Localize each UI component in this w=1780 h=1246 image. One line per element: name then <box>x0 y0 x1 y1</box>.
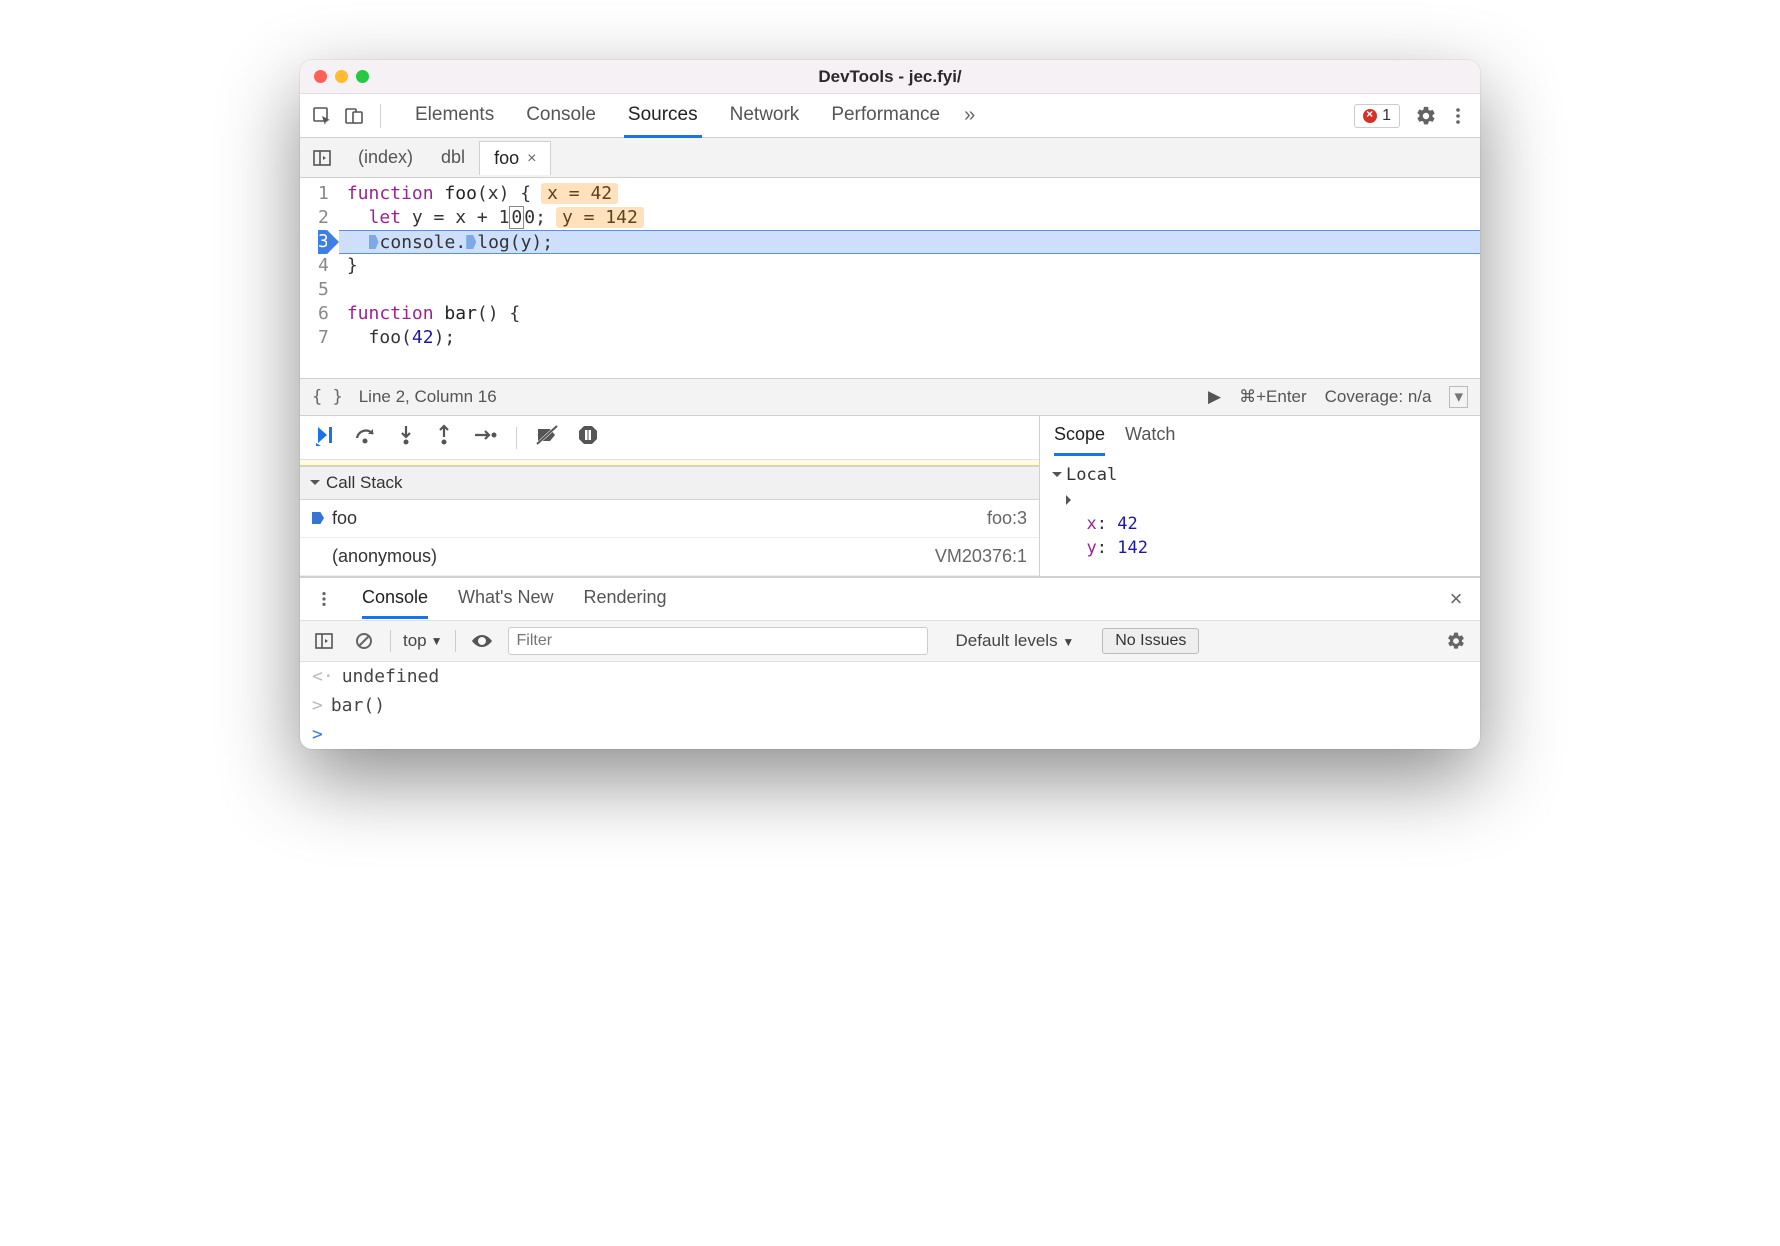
call-stack-frame[interactable]: foofoo:3 <box>300 500 1039 538</box>
context-selector[interactable]: top ▼ <box>403 631 443 651</box>
console-filter-input[interactable] <box>508 627 928 655</box>
tab-elements[interactable]: Elements <box>413 95 496 137</box>
window-title: DevTools - jec.fyi/ <box>300 67 1480 87</box>
code-line[interactable]: } <box>339 254 1480 278</box>
collapse-sidebar-icon[interactable]: ▾ <box>1449 386 1468 408</box>
step-into-icon[interactable] <box>396 424 416 451</box>
file-tabstrip: (index)dblfoo× <box>300 138 1480 178</box>
close-drawer-icon[interactable]: × <box>1442 586 1470 612</box>
resume-icon[interactable] <box>314 424 336 451</box>
code-line[interactable]: function bar() { <box>339 302 1480 326</box>
coverage-label: Coverage: n/a <box>1325 387 1432 407</box>
scope-variable[interactable]: y: 142 <box>1052 536 1468 560</box>
tab-console[interactable]: Console <box>524 95 598 137</box>
separator <box>380 104 381 128</box>
pause-exceptions-icon[interactable] <box>577 424 599 451</box>
code-line[interactable]: let y = x + 100;y = 142 <box>339 206 1480 230</box>
main-tabstrip: Elements Console Sources Network Performance… <box>300 94 1480 138</box>
line-number[interactable]: 7 <box>318 326 329 350</box>
separator <box>516 427 517 449</box>
drawer: Console What's New Rendering × top ▼ Defau… <box>300 577 1480 749</box>
main-tabs: Elements Console Sources Network Performance <box>413 95 942 137</box>
live-expression-icon[interactable] <box>468 627 496 655</box>
call-stack-list: foofoo:3(anonymous)VM20376:1 <box>300 500 1039 576</box>
devtools-window: DevTools - jec.fyi/ Elements Console Sourc… <box>300 60 1480 749</box>
more-tabs-icon[interactable]: » <box>964 104 975 127</box>
step-icon[interactable] <box>472 424 498 451</box>
error-count-badge[interactable]: 1 <box>1354 104 1400 128</box>
scope-variable[interactable]: x: 42 <box>1052 512 1468 536</box>
error-icon <box>1363 109 1377 123</box>
line-gutter[interactable]: 1234567 <box>300 178 339 378</box>
console-sidebar-icon[interactable] <box>310 627 338 655</box>
console-settings-icon[interactable] <box>1442 627 1470 655</box>
line-number[interactable]: 4 <box>318 254 329 278</box>
run-snippet-icon[interactable]: ▶ <box>1208 387 1221 407</box>
console-input[interactable]: > <box>300 720 1480 749</box>
chevron-down-icon <box>1052 472 1062 482</box>
drawer-tab-rendering[interactable]: Rendering <box>584 579 667 619</box>
code-line[interactable]: console.log(y); <box>339 230 1480 254</box>
scope-variable[interactable]: this: Window <box>1052 488 1468 512</box>
line-number[interactable]: 3 <box>318 230 329 254</box>
tab-network[interactable]: Network <box>728 95 802 137</box>
code-editor[interactable]: 1234567 function foo(x) {x = 42 let y = … <box>300 178 1480 378</box>
line-number[interactable]: 2 <box>318 206 329 230</box>
scope-section-local[interactable]: Local <box>1052 462 1468 488</box>
tab-watch[interactable]: Watch <box>1125 424 1175 456</box>
inspect-element-icon[interactable] <box>308 102 336 130</box>
console-output: <·undefined <box>300 662 1480 691</box>
code-line[interactable]: function foo(x) {x = 42 <box>339 182 1480 206</box>
drawer-tab-what-s-new[interactable]: What's New <box>458 579 553 619</box>
file-tab-foo[interactable]: foo× <box>479 141 551 175</box>
tab-scope[interactable]: Scope <box>1054 424 1105 456</box>
editor-statusbar: { } Line 2, Column 16 ▶ ⌘+Enter Coverage… <box>300 378 1480 416</box>
chevron-down-icon <box>310 480 320 490</box>
settings-icon[interactable] <box>1412 102 1440 130</box>
tab-performance[interactable]: Performance <box>829 95 942 137</box>
pretty-print-icon[interactable]: { } <box>312 387 343 407</box>
device-toolbar-icon[interactable] <box>340 102 368 130</box>
scope-body: Local this: Window x: 42 y: 142 <box>1040 456 1480 566</box>
file-tab-index[interactable]: (index) <box>344 141 427 174</box>
issues-button[interactable]: No Issues <box>1102 628 1199 654</box>
console-toolbar: top ▼ Default levels ▼ No Issues <box>300 620 1480 662</box>
step-over-icon[interactable] <box>354 424 378 451</box>
step-out-icon[interactable] <box>434 424 454 451</box>
debugger-toolbar <box>300 416 1039 460</box>
close-tab-icon[interactable]: × <box>527 150 536 168</box>
debugger-pane: Call Stack foofoo:3(anonymous)VM20376:1 … <box>300 416 1480 577</box>
deactivate-breakpoints-icon[interactable] <box>535 424 559 451</box>
scope-watch-tabs: Scope Watch <box>1040 416 1480 456</box>
code-line[interactable]: foo(42); <box>339 326 1480 350</box>
navigator-toggle-icon[interactable] <box>308 144 336 172</box>
line-number[interactable]: 5 <box>318 278 329 302</box>
line-number[interactable]: 1 <box>318 182 329 206</box>
code-body[interactable]: function foo(x) {x = 42 let y = x + 100;… <box>339 178 1480 378</box>
line-number[interactable]: 6 <box>318 302 329 326</box>
code-line[interactable] <box>339 278 1480 302</box>
console-cmd: >bar() <box>300 691 1480 720</box>
window-titlebar: DevTools - jec.fyi/ <box>300 60 1480 94</box>
cursor-position: Line 2, Column 16 <box>359 387 497 407</box>
console-output[interactable]: <·undefined>bar()> <box>300 662 1480 749</box>
drawer-tabstrip: Console What's New Rendering × <box>300 578 1480 620</box>
call-stack-frame[interactable]: (anonymous)VM20376:1 <box>300 538 1039 576</box>
kebab-menu-icon[interactable] <box>1444 102 1472 130</box>
drawer-menu-icon[interactable] <box>310 585 338 613</box>
tab-sources[interactable]: Sources <box>626 95 700 137</box>
drawer-tab-console[interactable]: Console <box>362 579 428 619</box>
file-tab-dbl[interactable]: dbl <box>427 141 479 174</box>
clear-console-icon[interactable] <box>350 627 378 655</box>
error-count: 1 <box>1382 107 1391 125</box>
log-levels-selector[interactable]: Default levels ▼ <box>956 631 1075 651</box>
call-stack-header[interactable]: Call Stack <box>300 466 1039 500</box>
run-hint: ⌘+Enter <box>1239 387 1307 407</box>
